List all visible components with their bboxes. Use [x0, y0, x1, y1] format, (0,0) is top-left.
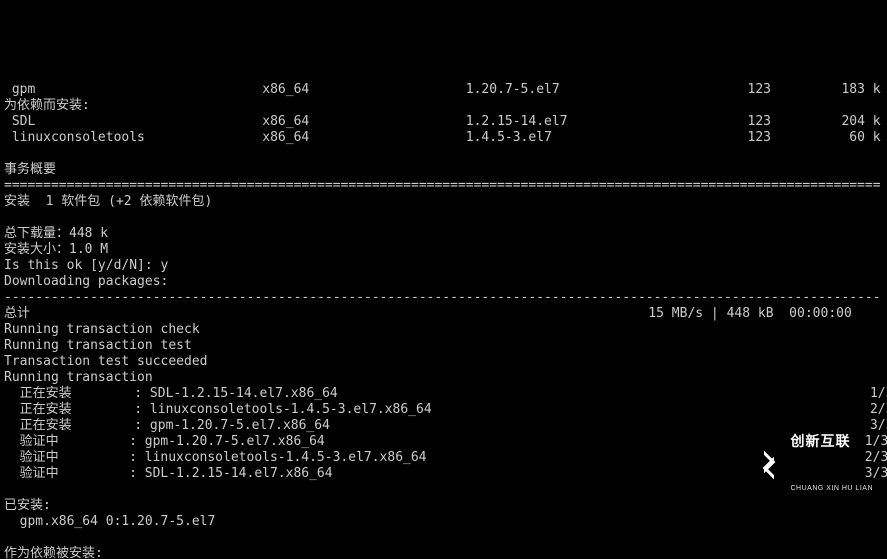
terminal[interactable]: gpm x86_64 1.20.7-5.el7 123 183 k 为依赖而安装… — [0, 80, 887, 559]
